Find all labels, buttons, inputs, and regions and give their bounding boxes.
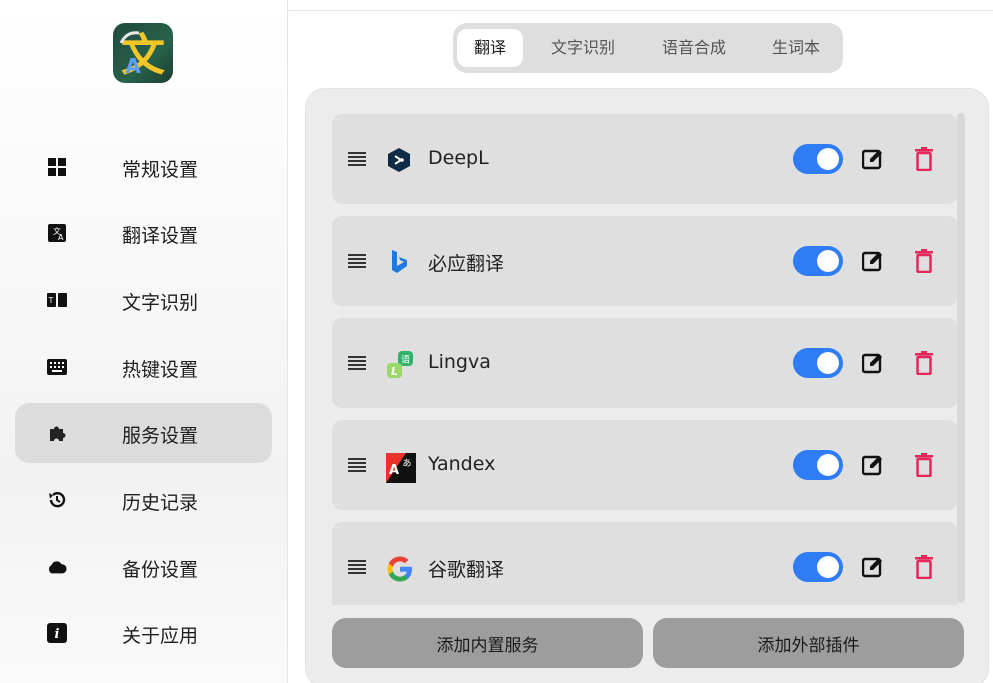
sidebar-item-general[interactable]: 常规设置 <box>15 137 272 197</box>
lingva-icon: 语L <box>386 351 413 378</box>
puzzle-icon <box>47 423 67 443</box>
sidebar-item-label: 历史记录 <box>122 492 199 514</box>
delete-icon[interactable] <box>915 555 933 580</box>
google-icon <box>386 555 412 582</box>
service-toggle[interactable] <box>793 246 843 276</box>
svg-text:语: 语 <box>401 355 410 366</box>
svg-text:A: A <box>389 463 399 478</box>
service-row-deepl: DeepL <box>332 114 958 204</box>
svg-text:L: L <box>391 365 398 378</box>
drag-handle-icon[interactable] <box>348 560 366 574</box>
service-name: DeepL <box>428 147 489 169</box>
tab-vocabulary[interactable]: 生词本 <box>756 29 836 67</box>
grid-icon <box>47 157 67 177</box>
sidebar-item-label: 服务设置 <box>122 425 199 447</box>
drag-handle-icon[interactable] <box>348 152 366 166</box>
sidebar-item-backup[interactable]: 备份设置 <box>15 537 272 597</box>
info-icon: i <box>47 623 67 643</box>
tab-tts[interactable]: 语音合成 <box>646 29 742 67</box>
keyboard-icon <box>47 357 67 377</box>
app-logo: 文 A <box>113 23 173 83</box>
svg-text:あ: あ <box>402 458 411 469</box>
top-divider <box>289 10 993 11</box>
edit-icon[interactable] <box>861 454 884 476</box>
tab-translate[interactable]: 翻译 <box>457 29 523 67</box>
history-icon <box>47 490 67 510</box>
bing-icon <box>386 249 412 275</box>
svg-text:i: i <box>55 627 60 642</box>
sidebar-item-label: 常规设置 <box>122 159 199 181</box>
sidebar-item-label: 文字识别 <box>122 292 199 314</box>
edit-icon[interactable] <box>861 352 884 374</box>
sidebar-item-ocr[interactable]: T 文字识别 <box>15 270 272 330</box>
service-name: 必应翻译 <box>428 253 505 275</box>
yandex-icon: Aあ <box>386 453 416 483</box>
tab-ocr[interactable]: 文字识别 <box>535 29 631 67</box>
edit-icon[interactable] <box>861 556 884 578</box>
service-toggle[interactable] <box>793 552 843 582</box>
service-row-bing: 必应翻译 <box>332 216 958 306</box>
service-row-lingva: 语L Lingva <box>332 318 958 408</box>
edit-icon[interactable] <box>861 148 884 170</box>
scrollbar[interactable] <box>957 113 965 603</box>
svg-text:A: A <box>125 54 141 78</box>
cloud-icon <box>47 557 67 577</box>
drag-handle-icon[interactable] <box>348 254 366 268</box>
service-name: Yandex <box>428 453 496 475</box>
sidebar-item-label: 翻译设置 <box>122 225 199 247</box>
add-external-plugin-button[interactable]: 添加外部插件 <box>653 618 964 668</box>
service-name: Lingva <box>428 351 491 373</box>
sidebar-item-about[interactable]: i 关于应用 <box>15 603 272 663</box>
sidebar-item-service[interactable]: 服务设置 <box>15 403 272 463</box>
translate-icon: 文A <box>47 223 67 243</box>
service-row-yandex: Aあ Yandex <box>332 420 958 510</box>
sidebar-item-hotkey[interactable]: 热键设置 <box>15 337 272 397</box>
sidebar-item-label: 关于应用 <box>122 625 199 647</box>
service-name: 谷歌翻译 <box>428 559 505 581</box>
delete-icon[interactable] <box>915 351 933 376</box>
delete-icon[interactable] <box>915 249 933 274</box>
drag-handle-icon[interactable] <box>348 356 366 370</box>
delete-icon[interactable] <box>915 453 933 478</box>
sidebar-item-history[interactable]: 历史记录 <box>15 470 272 530</box>
edit-icon[interactable] <box>861 250 884 272</box>
service-toggle[interactable] <box>793 144 843 174</box>
drag-handle-icon[interactable] <box>348 458 366 472</box>
service-type-tabs: 翻译 文字识别 语音合成 生词本 <box>453 23 843 73</box>
service-toggle[interactable] <box>793 348 843 378</box>
ocr-icon: T <box>47 290 67 310</box>
svg-text:A: A <box>58 233 64 242</box>
delete-icon[interactable] <box>915 147 933 172</box>
sidebar-item-translate[interactable]: 文A 翻译设置 <box>15 203 272 263</box>
sidebar-item-label: 热键设置 <box>122 359 199 381</box>
sidebar-item-label: 备份设置 <box>122 559 199 581</box>
service-row-google: 谷歌翻译 <box>332 522 958 605</box>
deepl-icon <box>386 147 412 173</box>
sidebar: 文 A 常规设置 文A 翻译设置 T 文字识别 热键设置 服务设置 历史记录 备… <box>0 0 288 683</box>
add-builtin-service-button[interactable]: 添加内置服务 <box>332 618 643 668</box>
svg-text:T: T <box>48 296 54 305</box>
service-toggle[interactable] <box>793 450 843 480</box>
